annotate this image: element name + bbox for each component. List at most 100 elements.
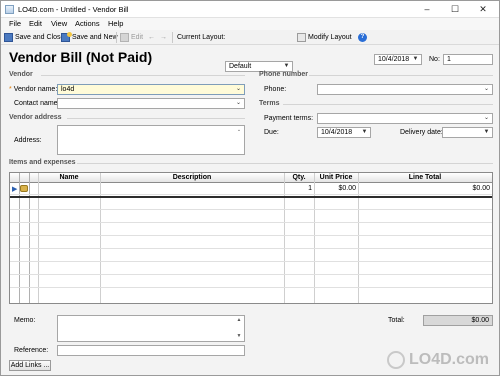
contact-name-select[interactable]: ⌄ <box>57 98 245 109</box>
phone-select[interactable]: ⌄ <box>317 84 493 95</box>
bill-date-field[interactable]: 10/4/2018 ▼ <box>374 54 422 65</box>
add-links-button[interactable]: Add Links ... <box>9 360 51 371</box>
maximize-button[interactable]: ☐ <box>441 1 469 17</box>
memo-label: Memo: <box>14 317 36 324</box>
bill-number-field[interactable]: 1 <box>443 54 493 65</box>
edit-icon <box>120 33 129 42</box>
row-qty[interactable]: 1 <box>284 185 312 192</box>
column-header-description[interactable]: Description <box>100 174 284 181</box>
row-unit-price[interactable]: $0.00 <box>314 185 356 192</box>
save-close-button[interactable]: Save and Close <box>4 32 64 43</box>
terms-section-title: Terms <box>259 100 280 107</box>
column-header-name[interactable]: Name <box>38 174 100 181</box>
save-new-icon <box>61 32 72 42</box>
vendor-name-label: * Vendor name: <box>9 86 57 93</box>
modify-layout-button[interactable]: Modify Layout <box>297 32 352 43</box>
watermark-logo-icon <box>386 351 405 369</box>
scroll-up-icon[interactable]: ⌄ <box>235 127 243 134</box>
vendor-name-label-text: Vendor name: <box>13 86 58 93</box>
column-header-qty[interactable]: Qty. <box>284 174 314 181</box>
modify-layout-label: Modify Layout <box>308 34 352 41</box>
menu-bar: File Edit View Actions Help <box>1 18 499 30</box>
items-section-title: Items and expenses <box>9 159 76 166</box>
current-layout-label: Current Layout: <box>177 34 226 41</box>
address-textarea[interactable]: ⌄ <box>57 125 245 155</box>
bill-number-label: No: <box>429 56 440 63</box>
toolbar-separator <box>116 32 117 43</box>
payment-terms-select[interactable]: ⌄ <box>317 113 493 124</box>
minimize-button[interactable]: – <box>413 1 441 17</box>
item-type-icon[interactable] <box>20 185 28 192</box>
application-window: LO4D.com - Untitled - Vendor Bill – ☐ ✕ … <box>0 0 500 376</box>
app-icon <box>5 5 14 14</box>
watermark: LO4D.com <box>386 351 489 369</box>
grid-row-separator <box>10 196 492 198</box>
grid-column-line <box>314 173 315 303</box>
watermark-text: LO4D.com <box>408 351 489 368</box>
window-title: LO4D.com - Untitled - Vendor Bill <box>18 5 129 14</box>
vendor-name-input[interactable]: lo4d ⌄ <box>57 84 245 95</box>
items-grid[interactable]: Name Description Qty. Unit Price Line To… <box>9 172 493 304</box>
grid-row-line <box>10 261 492 262</box>
toolbar: Save and Close Save and New Edit ← → Cur… <box>1 30 499 72</box>
grid-row-line <box>10 209 492 210</box>
layout-icon <box>297 33 306 42</box>
due-date-value: 10/4/2018 <box>321 129 353 136</box>
chevron-down-icon: ⌄ <box>483 86 490 92</box>
grid-row-line <box>10 274 492 275</box>
section-divider <box>309 75 493 76</box>
grid-column-line <box>358 173 359 303</box>
help-button[interactable]: ? <box>358 32 367 43</box>
reference-label: Reference: <box>14 347 49 354</box>
grid-row-line <box>10 235 492 236</box>
current-layout-value: Default <box>229 63 252 70</box>
save-new-button[interactable]: Save and New <box>61 32 118 43</box>
help-icon: ? <box>358 33 367 42</box>
grid-row-line <box>10 248 492 249</box>
reference-input[interactable] <box>57 345 245 356</box>
title-bar: LO4D.com - Untitled - Vendor Bill – ☐ ✕ <box>1 1 499 18</box>
page-title: Vendor Bill (Not Paid) <box>9 49 153 65</box>
save-new-label: Save and New <box>72 34 118 41</box>
previous-button[interactable]: ← <box>148 32 155 43</box>
grid-row-line <box>10 194 492 195</box>
menu-help[interactable]: Help <box>108 19 123 28</box>
scroll-up-icon[interactable]: ▲ <box>235 317 243 324</box>
close-button[interactable]: ✕ <box>469 1 497 17</box>
total-value: $0.00 <box>423 315 493 326</box>
grid-row-line <box>10 287 492 288</box>
section-divider <box>283 104 493 105</box>
contact-name-label: Contact name: <box>14 100 60 107</box>
grid-column-line <box>100 173 101 303</box>
delivery-date-field[interactable]: ▼ <box>442 127 493 138</box>
grid-column-line <box>19 173 20 303</box>
section-divider <box>67 118 245 119</box>
column-header-line-total[interactable]: Line Total <box>358 174 492 181</box>
chevron-down-icon: ▼ <box>412 56 419 62</box>
due-date-field[interactable]: 10/4/2018 ▼ <box>317 127 371 138</box>
section-divider <box>41 75 245 76</box>
memo-textarea[interactable]: ▲ ▼ <box>57 315 245 342</box>
required-star-icon: * <box>9 86 12 93</box>
chevron-down-icon: ▼ <box>283 63 290 69</box>
menu-file[interactable]: File <box>9 19 21 28</box>
edit-button[interactable]: Edit <box>120 32 143 43</box>
phone-section-title: Phone number <box>259 71 309 78</box>
save-close-label: Save and Close <box>15 34 65 41</box>
row-pointer-icon: ▶ <box>12 186 18 193</box>
menu-actions[interactable]: Actions <box>75 19 100 28</box>
next-button[interactable]: → <box>160 32 167 43</box>
vendor-section-title: Vendor <box>9 71 33 78</box>
row-line-total[interactable]: $0.00 <box>358 185 490 192</box>
menu-view[interactable]: View <box>51 19 67 28</box>
bill-number-value: 1 <box>447 56 451 63</box>
vendor-address-section-title: Vendor address <box>9 114 62 121</box>
grid-column-line <box>284 173 285 303</box>
chevron-down-icon: ⌄ <box>235 100 242 106</box>
grid-header: Name Description Qty. Unit Price Line To… <box>10 173 492 183</box>
column-header-unit-price[interactable]: Unit Price <box>314 174 358 181</box>
menu-edit[interactable]: Edit <box>29 19 42 28</box>
scroll-down-icon[interactable]: ▼ <box>235 333 243 340</box>
edit-label: Edit <box>131 34 144 41</box>
delivery-date-label: Delivery date: <box>400 129 443 136</box>
